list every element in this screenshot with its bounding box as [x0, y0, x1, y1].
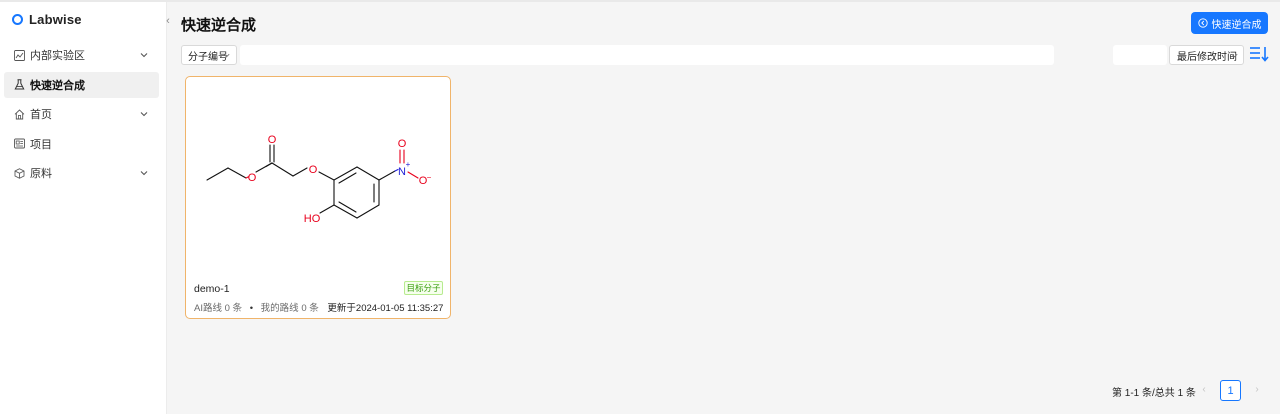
quick-retro-button-label: 快速逆合成 [1211, 19, 1262, 31]
target-molecule-badge: 目标分子 [404, 281, 443, 295]
atom-oh: HO [304, 213, 321, 225]
project-icon [14, 138, 25, 149]
home-icon [14, 108, 25, 120]
quick-retro-button[interactable]: 快速逆合成 [1191, 12, 1268, 34]
chevron-down-icon [140, 53, 148, 58]
search-input[interactable] [240, 45, 1054, 65]
cube-icon [14, 167, 25, 179]
molecule-card[interactable]: O O O HO N O O + − demo-1 目标分子 AI路线 0 条 … [185, 76, 451, 319]
sidebar-nav: 内部实验区 快速逆合成 首页 项目 原料 [4, 42, 159, 190]
chevron-down-icon [140, 112, 148, 117]
labwise-logo-icon [12, 14, 23, 25]
atom-o-nitro-top: O [398, 138, 407, 150]
sort-order-icon[interactable] [1249, 45, 1269, 63]
lab-chart-icon [14, 49, 25, 61]
card-meta: AI路线 0 条 • 我的路线 0 条 更新于2024-01-05 11:35:… [194, 300, 443, 314]
updated-timestamp: 更新于2024-01-05 11:35:27 [327, 303, 444, 314]
sidebar-item-label: 内部实验区 [30, 50, 85, 62]
sidebar-item-quick-retro[interactable]: 快速逆合成 [4, 71, 159, 98]
atom-o-ester: O [248, 172, 257, 184]
atom-n-charge: + [406, 160, 411, 169]
chevron-down-icon [1231, 53, 1238, 58]
sort-select-value: 最后修改时间 [1177, 51, 1237, 63]
sidebar-item-label: 首页 [30, 109, 52, 121]
my-routes-label: 我的路线 [260, 303, 299, 314]
sidebar-item-label: 原料 [30, 168, 52, 180]
pagination-prev-chevron-left-icon[interactable]: ‹ [1198, 383, 1210, 397]
my-routes-count: 0 条 [301, 303, 319, 314]
molecule-name: demo-1 [194, 283, 230, 295]
chevron-down-icon [140, 171, 148, 176]
pagination-total: 第 1-1 条/总共 1 条 [1112, 388, 1196, 399]
filter-input-secondary[interactable] [1113, 45, 1167, 65]
sort-select[interactable]: 最后修改时间 [1169, 45, 1244, 65]
brand-name: Labwise [29, 12, 82, 27]
chevron-down-icon [223, 53, 230, 58]
atom-o-carbonyl: O [268, 134, 277, 146]
sidebar-item-label: 快速逆合成 [30, 79, 85, 92]
field-select[interactable]: 分子编号 [181, 45, 237, 65]
sidebar-item-projects[interactable]: 项目 [4, 131, 159, 157]
collapse-sidebar-chevron-left-icon[interactable]: ‹ [161, 14, 175, 28]
sidebar: Labwise 内部实验区 快速逆合成 首页 项目 原料 [0, 2, 167, 414]
ai-routes-label: AI路线 [194, 303, 222, 314]
top-divider [0, 0, 1280, 2]
flask-icon [14, 79, 25, 90]
ai-routes-count: 0 条 [224, 303, 243, 314]
pagination-page-1[interactable]: 1 [1220, 380, 1241, 401]
sidebar-item-label: 项目 [30, 138, 52, 151]
brand[interactable]: Labwise [12, 12, 82, 27]
sidebar-item-materials[interactable]: 原料 [4, 160, 159, 186]
sidebar-item-home[interactable]: 首页 [4, 101, 159, 127]
retro-circle-icon [1197, 18, 1208, 28]
separator-dot: • [249, 303, 254, 314]
sidebar-item-internal-lab[interactable]: 内部实验区 [4, 42, 159, 68]
molecule-structure: O O O HO N O O + − [206, 134, 432, 225]
atom-o-ether: O [309, 164, 318, 176]
page-title: 快速逆合成 [181, 17, 257, 34]
pagination-next-chevron-right-icon[interactable]: › [1251, 383, 1263, 397]
atom-o-nitro-charge: − [427, 173, 432, 182]
